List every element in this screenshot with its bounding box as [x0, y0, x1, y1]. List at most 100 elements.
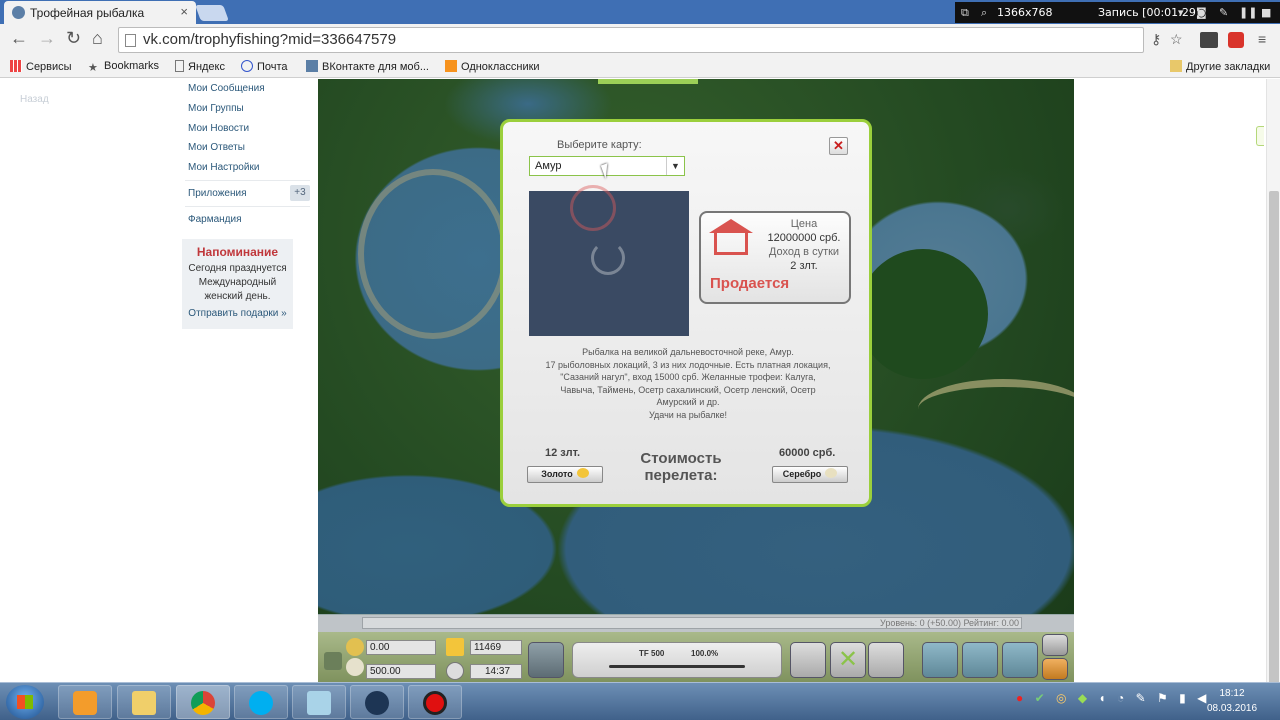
window-icon[interactable]: ⧉: [961, 6, 969, 20]
camera-icon[interactable]: ◙: [1196, 6, 1207, 19]
volume-icon[interactable]: ◖: [1098, 691, 1105, 705]
back-link[interactable]: Назад: [20, 94, 49, 105]
pay-gold-button[interactable]: Золото: [527, 466, 603, 483]
bookmark-bookmarks[interactable]: ★ Bookmarks: [88, 60, 159, 74]
settings-button[interactable]: [1042, 634, 1068, 656]
taskbar-recorder[interactable]: [408, 685, 462, 719]
gold-coins-icon: [346, 638, 364, 656]
browser-toolbar: ← → ↻ ⌂ vk.com/trophyfishing?mid=3366475…: [0, 24, 1280, 56]
ok-icon: [445, 60, 457, 72]
menu-news[interactable]: Мои Новости: [188, 123, 249, 134]
side-panel-tab[interactable]: [1256, 126, 1264, 146]
record-tray-icon[interactable]: ●: [1016, 691, 1023, 705]
extension-icon[interactable]: [1200, 32, 1218, 48]
game-canvas[interactable]: Выберите карту: ✕ Амур ▼ Цена 12000000 с…: [318, 79, 1074, 614]
player-button[interactable]: [922, 642, 958, 678]
home-icon[interactable]: ⌂: [92, 28, 103, 49]
pay-silver-button[interactable]: Серебро: [772, 466, 848, 483]
bookmark-yandex[interactable]: Яндекс: [175, 60, 225, 73]
line-button[interactable]: [790, 642, 826, 678]
game-status-bar: Уровень: 0 (+50.00) Рейтинг: 0.00: [318, 614, 1074, 632]
close-dialog-button[interactable]: ✕: [829, 137, 848, 155]
bookmark-vk-mobile[interactable]: ВКонтакте для моб...: [306, 60, 429, 73]
dropdown-icon[interactable]: ▾: [1178, 6, 1184, 19]
forward-arrow-icon[interactable]: →: [38, 28, 56, 49]
new-tab-button[interactable]: [195, 5, 229, 21]
network-icon[interactable]: ▮: [1179, 691, 1186, 705]
back-arrow-icon[interactable]: ←: [10, 28, 28, 49]
magnifier-icon[interactable]: ⌕: [981, 6, 987, 20]
trophy-button[interactable]: [1042, 658, 1068, 680]
tab-trophy-fishing[interactable]: Трофейная рыбалка ×: [4, 1, 196, 24]
pay-gold-label: Золото: [541, 469, 573, 479]
menu-farmandia[interactable]: Фармандия: [188, 214, 242, 225]
pen-tray-icon[interactable]: ✎: [1136, 691, 1146, 705]
pencil-icon[interactable]: ✎: [1219, 6, 1228, 19]
silver-balance: 500.00: [366, 664, 436, 679]
url-text: vk.com/trophyfishing?mid=336647579: [143, 31, 397, 48]
taskbar-chrome[interactable]: [176, 685, 230, 719]
cancel-cast-icon[interactable]: ✕: [830, 642, 866, 678]
rod-name: TF 500: [639, 649, 665, 658]
send-gifts-link[interactable]: Отправить подарки »: [182, 308, 293, 319]
menu-groups[interactable]: Мои Группы: [188, 103, 244, 114]
bookmark-star-icon[interactable]: ☆: [1170, 31, 1183, 48]
reminder-title: Напоминание: [196, 245, 279, 259]
reminder-line: Международный: [198, 277, 277, 288]
close-icon: ✕: [833, 138, 844, 153]
taskbar-clock[interactable]: 18:12 08.03.2016: [1202, 686, 1262, 716]
reminder-box: Напоминание Сегодня празднуется Междунар…: [182, 239, 293, 329]
bookmark-mail[interactable]: Почта: [241, 60, 288, 73]
reminder-line: женский день.: [204, 291, 271, 302]
description-line: Амурский и др.: [656, 397, 720, 407]
chevron-down-icon[interactable]: ▼: [666, 157, 684, 175]
hook-button[interactable]: [868, 642, 904, 678]
start-button[interactable]: [6, 685, 44, 719]
menu-answers[interactable]: Мои Ответы: [188, 142, 245, 153]
rod-panel[interactable]: TF 500 100.0%: [572, 642, 782, 678]
bookmarks-bar: Сервисы ★ Bookmarks Яндекс Почта ВКонтакт…: [0, 56, 1280, 78]
folder-icon: [1170, 60, 1182, 72]
shield-tray-icon[interactable]: ◆: [1078, 691, 1087, 705]
taskbar-explorer[interactable]: [117, 685, 171, 719]
base-price-info: Цена 12000000 срб. Доход в сутки 2 злт.: [761, 217, 847, 273]
menu-icon[interactable]: ≡: [1258, 31, 1266, 47]
system-tray: ● ✔ ◎ ◆ ◖ ◔ ✎ ⚑ ▮ ◀: [1016, 691, 1206, 705]
key-icon[interactable]: ⚷: [1151, 31, 1161, 48]
bookmark-odnoklassniki[interactable]: Одноклассники: [445, 60, 540, 73]
menu-settings[interactable]: Мои Настройки: [188, 162, 259, 173]
media-player-icon: [73, 691, 97, 715]
bookmark-other[interactable]: Другие закладки: [1170, 60, 1270, 73]
clan-button[interactable]: [1002, 642, 1038, 678]
pdf-extension-icon[interactable]: [1228, 32, 1244, 48]
taskbar-media-player[interactable]: [58, 685, 112, 719]
apps-badge: +3: [290, 185, 310, 201]
recorder-resolution: 1366x768: [997, 6, 1053, 19]
bookmark-services[interactable]: Сервисы: [10, 60, 72, 73]
skype-tray-icon[interactable]: ◔: [1117, 691, 1124, 705]
stop-icon[interactable]: ■: [1261, 6, 1271, 19]
wallet-icon[interactable]: [324, 652, 342, 670]
menu-apps[interactable]: Приложения: [188, 188, 247, 199]
reload-icon[interactable]: ↻: [66, 28, 81, 49]
vk-favicon-icon: [12, 6, 25, 19]
flag-tray-icon[interactable]: ⚑: [1157, 691, 1168, 705]
clock-date: 08.03.2016: [1206, 703, 1258, 714]
menu-messages[interactable]: Мои Сообщения: [188, 83, 265, 94]
tray-app-icon[interactable]: ◎: [1056, 691, 1066, 705]
taskbar-app[interactable]: [350, 685, 404, 719]
scrollbar-thumb[interactable]: [1269, 191, 1279, 685]
check-tray-icon[interactable]: ✔: [1035, 691, 1045, 705]
address-bar[interactable]: vk.com/trophyfishing?mid=336647579: [118, 27, 1144, 53]
backpack-button[interactable]: [528, 642, 564, 678]
lake-shore: [358, 169, 508, 339]
pause-icon[interactable]: ❚❚: [1239, 6, 1257, 19]
base-info-panel[interactable]: Цена 12000000 срб. Доход в сутки 2 злт. …: [699, 211, 851, 304]
taskbar-skype[interactable]: [234, 685, 288, 719]
price-value: 12000000 срб.: [767, 232, 841, 244]
page-scrollbar[interactable]: [1266, 79, 1280, 685]
select-map-label: Выберите карту:: [557, 139, 642, 151]
friends-button[interactable]: [962, 642, 998, 678]
taskbar-notes[interactable]: [292, 685, 346, 719]
tab-close-icon[interactable]: ×: [180, 4, 188, 19]
